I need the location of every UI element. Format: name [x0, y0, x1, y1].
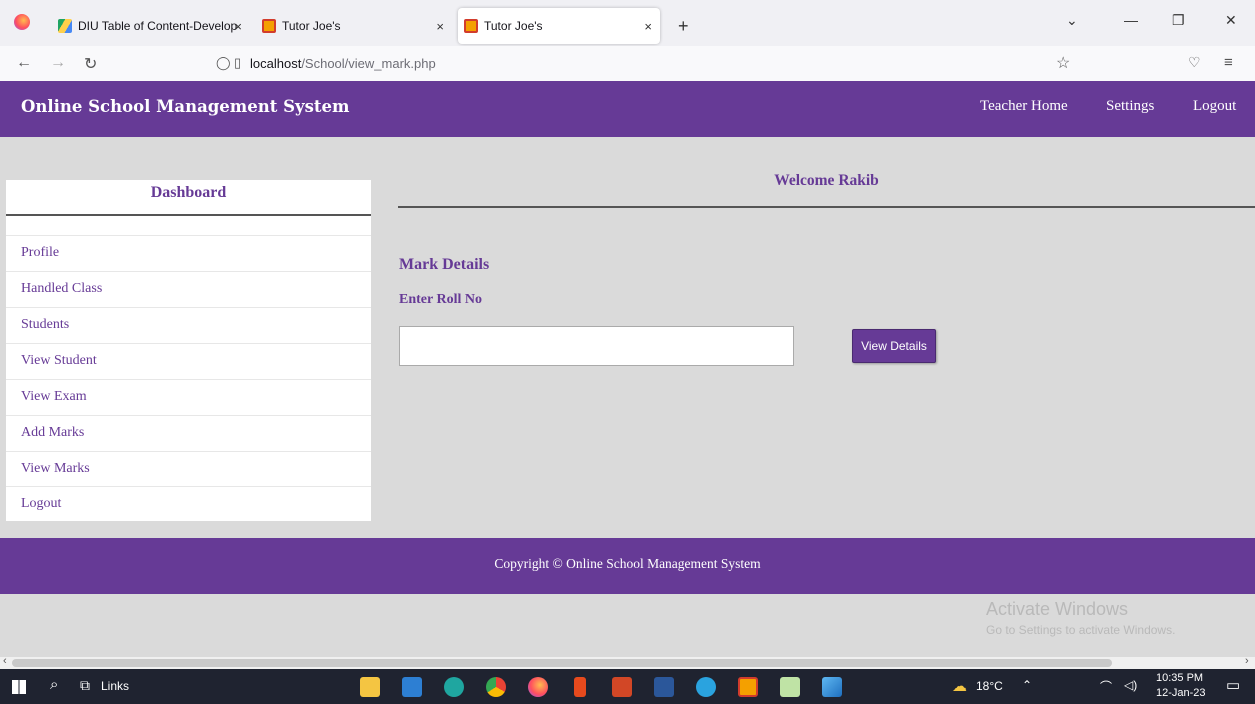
- page-icon: ▯: [234, 55, 242, 70]
- shield-icon[interactable]: ◯: [216, 55, 231, 71]
- pocket-icon[interactable]: ♡: [1188, 54, 1201, 71]
- roll-no-input[interactable]: [399, 326, 794, 366]
- url-path: /School/view_mark.php: [301, 56, 436, 71]
- nav-logout[interactable]: Logout: [1193, 98, 1236, 115]
- task-view-icon[interactable]: ⧉: [80, 677, 90, 694]
- star-icon[interactable]: ☆: [1056, 53, 1070, 73]
- sidebar: Dashboard Profile Handled Class Students…: [6, 180, 371, 521]
- tutor-joes-icon: [464, 19, 478, 33]
- sidebar-item-view-exam[interactable]: View Exam: [6, 379, 371, 415]
- volume-icon[interactable]: ◁): [1124, 678, 1137, 692]
- section-title: Mark Details: [399, 256, 490, 273]
- restore-icon[interactable]: ❐: [1172, 12, 1185, 29]
- close-icon[interactable]: ×: [234, 19, 242, 34]
- site-brand[interactable]: Online School Management System: [21, 97, 350, 116]
- scroll-right-icon[interactable]: ›: [1245, 655, 1249, 667]
- clock-date[interactable]: 12-Jan-23: [1156, 687, 1206, 699]
- sidebar-item-view-marks[interactable]: View Marks: [6, 451, 371, 487]
- sidebar-item-logout[interactable]: Logout: [6, 486, 371, 522]
- tab-title: Tutor Joe's: [282, 19, 341, 33]
- browser-tab-strip: DIU Table of Content-Developm × Tutor Jo…: [0, 0, 1255, 46]
- minimize-icon[interactable]: —: [1124, 12, 1138, 28]
- windows-start-icon[interactable]: [12, 680, 26, 694]
- window-close-icon[interactable]: ✕: [1225, 12, 1237, 29]
- store-icon[interactable]: [402, 677, 422, 697]
- tab-tutor-joes-active[interactable]: Tutor Joe's ×: [458, 8, 660, 44]
- file-explorer-icon[interactable]: [360, 677, 380, 697]
- tab-title: Tutor Joe's: [484, 19, 543, 33]
- scrollbar-thumb[interactable]: [12, 659, 1112, 667]
- telegram-icon[interactable]: [696, 677, 716, 697]
- tab-title: DIU Table of Content-Developm: [78, 19, 238, 33]
- tutor-joes-icon: [262, 19, 276, 33]
- links-toolbar[interactable]: Links: [101, 679, 129, 693]
- sidebar-title: Dashboard: [6, 180, 371, 216]
- hamburger-menu-icon[interactable]: ≡: [1224, 54, 1233, 71]
- sidebar-item-students[interactable]: Students: [6, 307, 371, 343]
- new-tab-button[interactable]: +: [678, 8, 689, 44]
- sidebar-item-profile[interactable]: Profile: [6, 235, 371, 271]
- arrow-right-icon[interactable]: →: [50, 54, 66, 72]
- url-bar[interactable]: ◯ ▯ localhost/School/view_mark.php ☆: [214, 52, 1084, 76]
- chrome-icon[interactable]: [486, 677, 506, 697]
- sidebar-item-add-marks[interactable]: Add Marks: [6, 415, 371, 451]
- network-icon[interactable]: ⌒: [1100, 678, 1112, 695]
- clock-time[interactable]: 10:35 PM: [1156, 672, 1203, 684]
- url-host: localhost: [250, 56, 302, 71]
- reload-icon[interactable]: ↻: [84, 54, 97, 74]
- photos-icon[interactable]: [822, 677, 842, 697]
- notepad-icon[interactable]: [780, 677, 800, 697]
- google-drive-icon: [58, 19, 72, 33]
- view-details-button[interactable]: View Details: [852, 329, 936, 363]
- nav-settings[interactable]: Settings: [1106, 98, 1154, 115]
- search-icon[interactable]: ⌕: [50, 676, 58, 693]
- activate-windows-title: Activate Windows: [986, 599, 1129, 619]
- tab-diu-table[interactable]: DIU Table of Content-Developm ×: [48, 8, 250, 44]
- chevron-down-icon[interactable]: ⌄: [1066, 12, 1078, 29]
- office-icon[interactable]: [574, 677, 586, 697]
- sidebar-item-view-student[interactable]: View Student: [6, 343, 371, 379]
- tab-tutor-joes-1[interactable]: Tutor Joe's ×: [256, 8, 452, 44]
- firefox-menu-icon[interactable]: [14, 14, 30, 30]
- chevron-up-icon[interactable]: ⌃: [1022, 678, 1032, 692]
- edge-icon[interactable]: [444, 677, 464, 697]
- powerpoint-icon[interactable]: [612, 677, 632, 697]
- arrow-left-icon[interactable]: ←: [16, 54, 32, 72]
- weather-temp[interactable]: 18°C: [976, 679, 1003, 693]
- close-icon[interactable]: ×: [644, 19, 652, 34]
- word-icon[interactable]: [654, 677, 674, 697]
- horizontal-scrollbar[interactable]: ‹ ›: [0, 655, 1255, 669]
- weather-icon[interactable]: ☁: [952, 677, 967, 695]
- url-text: localhost/School/view_mark.php: [250, 56, 436, 71]
- nav-teacher-home[interactable]: Teacher Home: [980, 98, 1068, 115]
- welcome-heading: Welcome Rakib: [774, 172, 879, 189]
- roll-no-label: Enter Roll No: [399, 292, 482, 307]
- browser-nav-bar: ← → ↻ ◯ ▯ localhost/School/view_mark.php…: [0, 46, 1255, 82]
- scroll-left-icon[interactable]: ‹: [3, 655, 7, 667]
- divider: [398, 206, 1255, 208]
- notification-icon[interactable]: ▭: [1226, 676, 1240, 694]
- activate-windows-subtitle: Go to Settings to activate Windows.: [986, 623, 1176, 637]
- site-footer: Copyright © Online School Management Sys…: [0, 538, 1255, 594]
- firefox-icon[interactable]: [528, 677, 548, 697]
- close-icon[interactable]: ×: [436, 19, 444, 34]
- sidebar-item-handled-class[interactable]: Handled Class: [6, 271, 371, 307]
- windows-taskbar: ⌕ ⧉ Links ☁ 18°C ⌃ ⌒ ◁) 10:35 PM 12-Jan-…: [0, 669, 1255, 704]
- site-header: Online School Management System Teacher …: [0, 81, 1255, 137]
- tutor-joes-icon[interactable]: [738, 677, 758, 697]
